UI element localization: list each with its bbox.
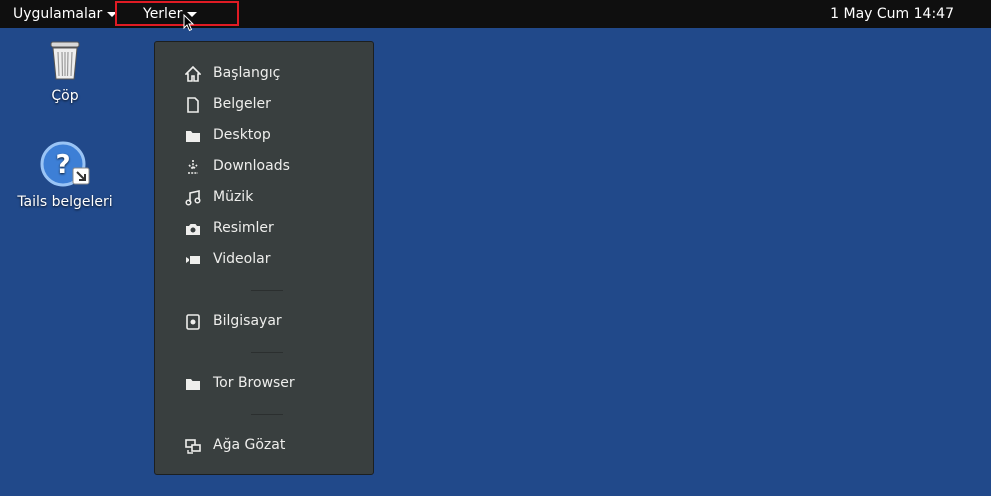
clock[interactable]: 1 May Cum 14:47 — [830, 0, 954, 28]
menu-item-tor-browser[interactable]: Tor Browser — [155, 368, 373, 399]
menu-separator — [251, 290, 283, 291]
menu-item-label: Resimler — [213, 220, 274, 236]
menu-item-label: Tor Browser — [213, 375, 295, 391]
folder-icon — [186, 131, 200, 142]
menu-item-videos[interactable]: Videolar — [155, 244, 373, 275]
trash-icon — [50, 41, 80, 80]
menu-item-downloads[interactable]: Downloads — [155, 151, 373, 182]
top-bar: Uygulamalar Yerler 1 May Cum 14:47 — [0, 0, 991, 28]
applications-menu-button[interactable]: Uygulamalar — [13, 0, 118, 28]
drive-icon — [186, 314, 200, 330]
menu-item-label: Desktop — [213, 127, 271, 143]
desktop-icon-label: Çöp — [51, 88, 79, 104]
places-dropdown-menu: Başlangıç Belgeler Desktop Downloads Müz… — [154, 41, 374, 475]
desktop-icon-trash[interactable]: Çöp — [35, 38, 95, 104]
menu-item-computer[interactable]: Bilgisayar — [155, 306, 373, 337]
menu-item-label: Videolar — [213, 251, 271, 267]
menu-item-desktop[interactable]: Desktop — [155, 120, 373, 151]
home-icon — [185, 66, 201, 82]
menu-item-label: Bilgisayar — [213, 313, 282, 329]
network-icon — [185, 439, 201, 454]
help-icon: ? — [40, 141, 90, 187]
menu-item-documents[interactable]: Belgeler — [155, 89, 373, 120]
menu-item-browse-network[interactable]: Ağa Gözat — [155, 430, 373, 461]
desktop-icon-tails-docs[interactable]: ? Tails belgeleri — [10, 140, 120, 210]
music-icon — [185, 190, 201, 206]
document-icon — [187, 97, 199, 113]
menu-item-label: Ağa Gözat — [213, 437, 286, 453]
menu-separator — [251, 414, 283, 415]
camera-icon — [186, 224, 200, 235]
places-highlight-box — [115, 1, 239, 26]
menu-item-label: Downloads — [213, 158, 290, 174]
menu-item-pictures[interactable]: Resimler — [155, 213, 373, 244]
menu-item-label: Belgeler — [213, 96, 271, 112]
svg-text:?: ? — [55, 150, 70, 180]
desktop-icon-label: Tails belgeleri — [17, 194, 113, 210]
menu-item-home[interactable]: Başlangıç — [155, 58, 373, 89]
video-icon — [186, 256, 200, 264]
mouse-cursor-icon — [183, 14, 195, 32]
folder-icon — [186, 379, 200, 390]
menu-separator — [251, 352, 283, 353]
menu-item-label: Müzik — [213, 189, 254, 205]
menu-item-music[interactable]: Müzik — [155, 182, 373, 213]
menu-item-label: Başlangıç — [213, 65, 281, 81]
applications-menu-label: Uygulamalar — [13, 6, 103, 22]
download-icon — [188, 160, 198, 174]
